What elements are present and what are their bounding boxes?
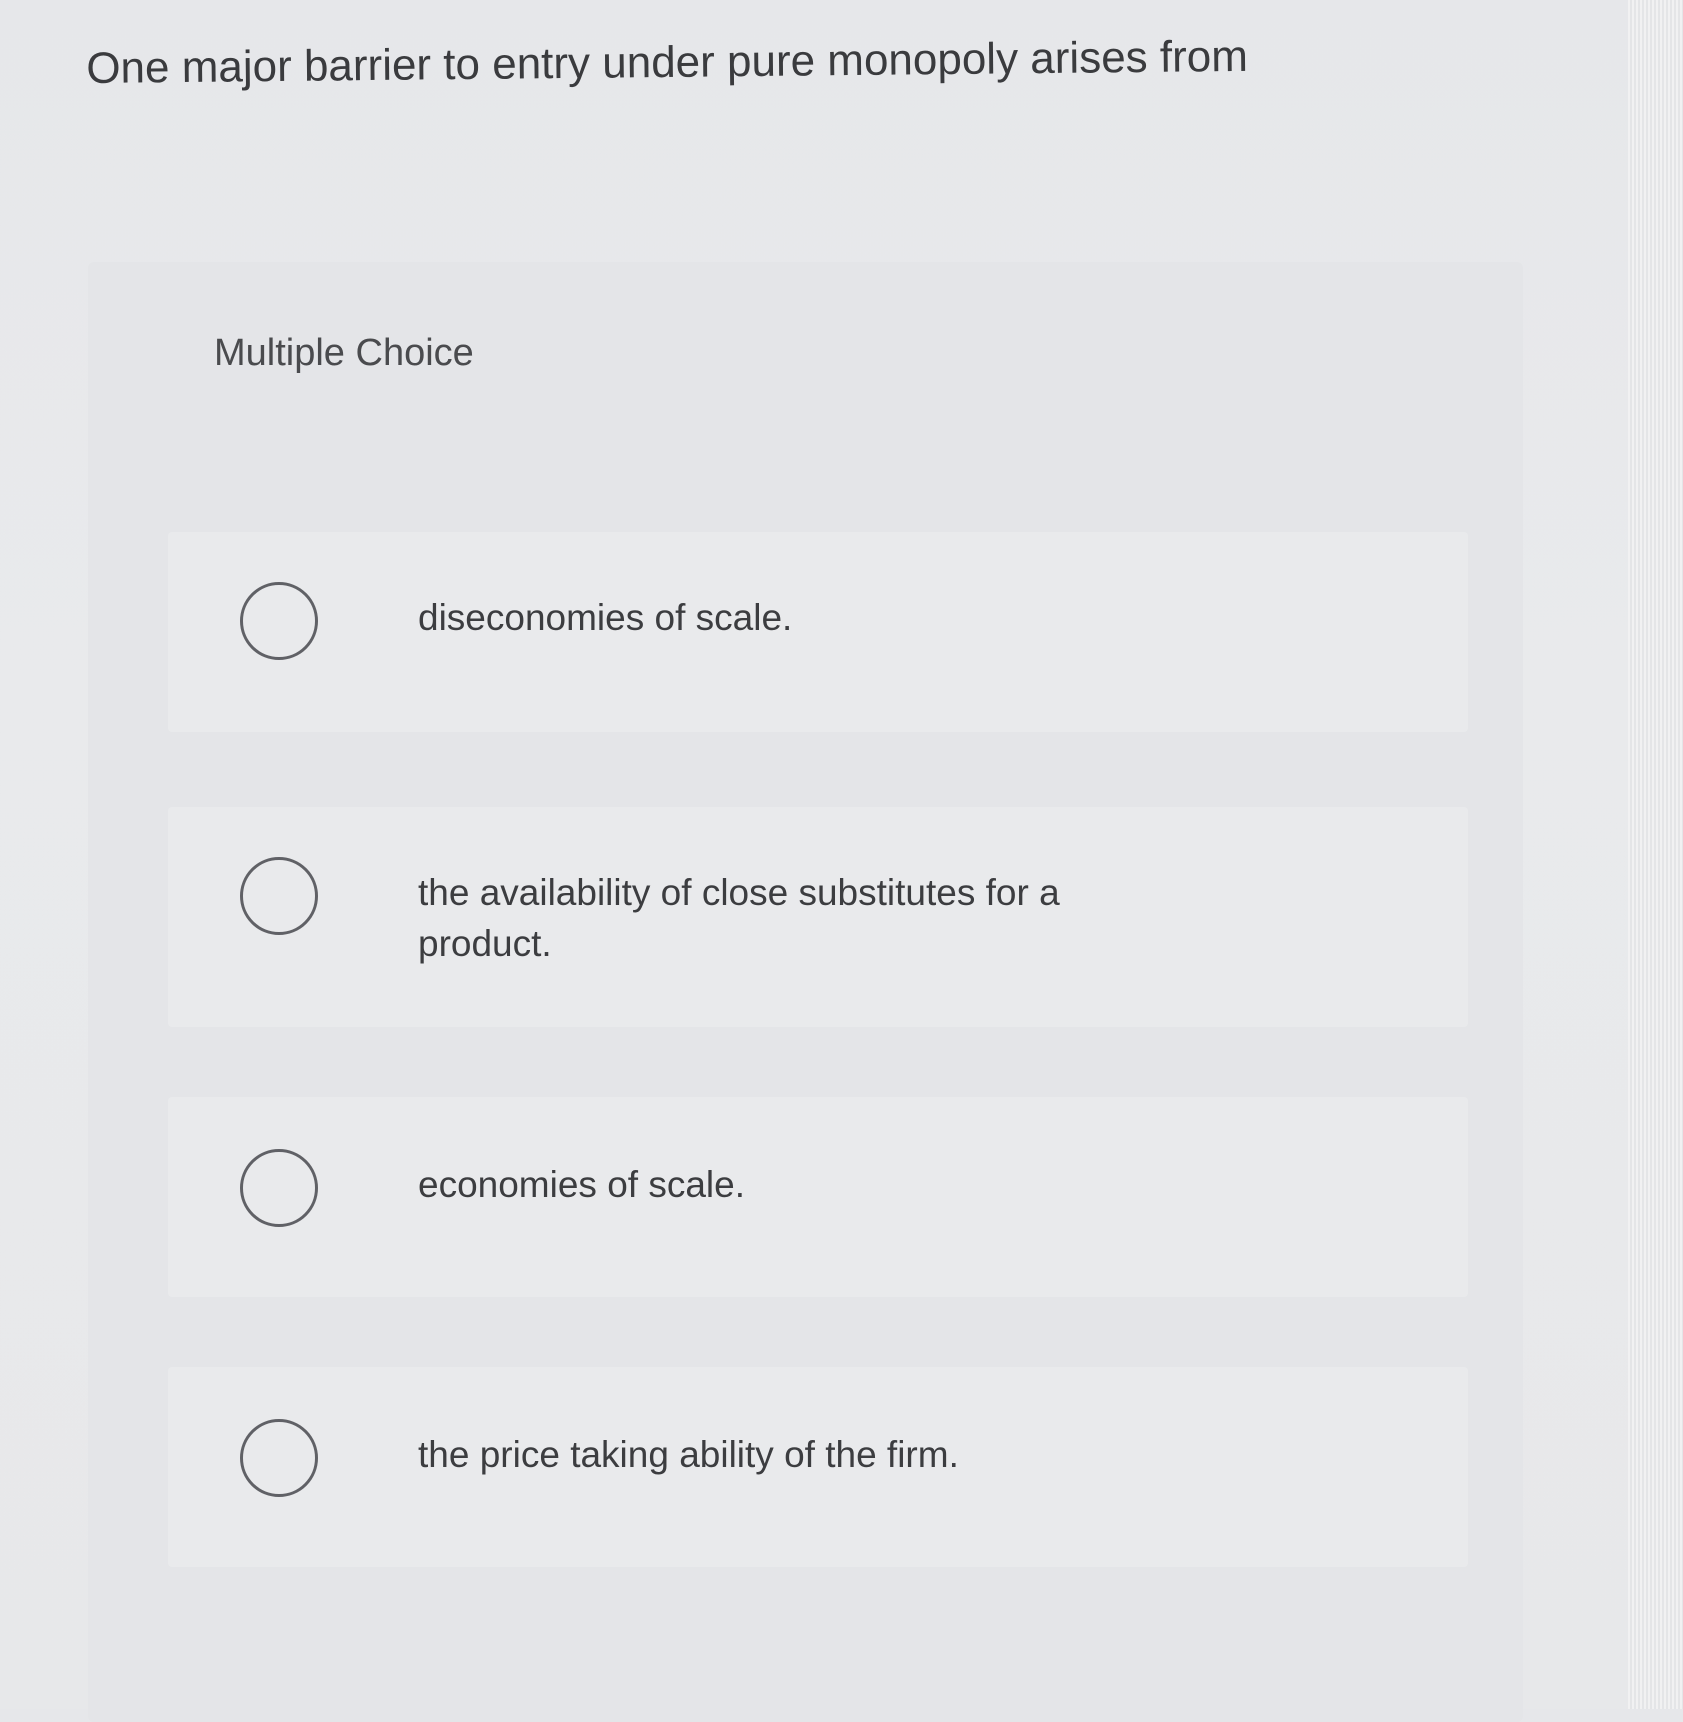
radio-button-3[interactable] xyxy=(240,1149,318,1227)
multiple-choice-label: Multiple Choice xyxy=(214,332,474,374)
answer-option-text: economies of scale. xyxy=(418,1164,746,1205)
answer-option-4[interactable]: the price taking ability of the firm. xyxy=(168,1367,1468,1567)
answer-option-3[interactable]: economies of scale. xyxy=(168,1097,1468,1297)
question-text: One major barrier to entry under pure mo… xyxy=(86,31,1249,93)
answer-option-2[interactable]: the availability of close substitutes fo… xyxy=(168,807,1468,1027)
screen-edge-texture xyxy=(1628,0,1683,1709)
answer-option-1[interactable]: diseconomies of scale. xyxy=(168,532,1468,732)
multiple-choice-panel: Multiple Choice diseconomies of scale. t… xyxy=(88,262,1523,1722)
radio-button-2[interactable] xyxy=(240,857,318,935)
radio-button-4[interactable] xyxy=(240,1419,318,1497)
radio-button-1[interactable] xyxy=(240,582,318,660)
answer-option-text: the availability of close substitutes fo… xyxy=(418,872,1060,965)
answer-option-text: the price taking ability of the firm. xyxy=(418,1434,959,1475)
answer-option-text: diseconomies of scale. xyxy=(418,597,793,638)
